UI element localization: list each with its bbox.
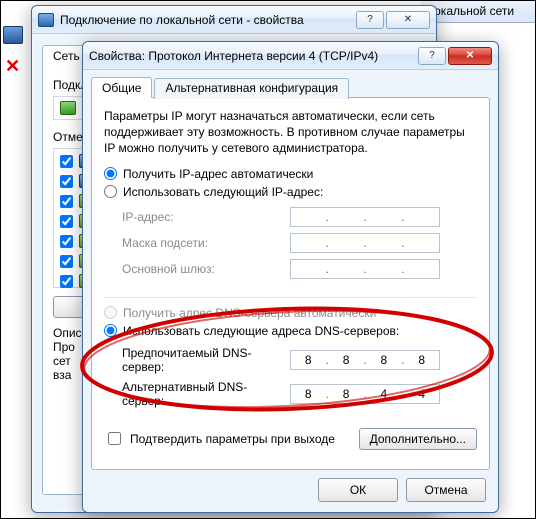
dns-octet[interactable]: 8 (329, 387, 363, 401)
input-alternate-dns[interactable]: 8. 8. 4. 4 (290, 384, 440, 404)
ip-fields: IP-адрес: ... Маска подсети: ... Основно… (122, 207, 477, 279)
radio-ip-auto-label: Получить IP-адрес автоматически (123, 167, 313, 181)
titlebar[interactable]: Подключение по локальной сети - свойства… (32, 6, 436, 34)
window-title: Свойства: Протокол Интернета версии 4 (T… (89, 49, 412, 63)
close-button[interactable]: ✕ (386, 11, 430, 29)
titlebar[interactable]: Свойства: Протокол Интернета версии 4 (T… (83, 42, 498, 70)
item-checkbox[interactable] (60, 235, 73, 248)
window-title: Подключение по локальной сети - свойства (60, 13, 350, 27)
separator (104, 297, 477, 298)
item-checkbox[interactable] (60, 255, 73, 268)
radio-ip-manual-label: Использовать следующий IP-адрес: (123, 185, 323, 199)
label-preferred-dns: Предпочитаемый DNS-сервер: (122, 346, 282, 374)
dns-octet[interactable]: 8 (291, 387, 325, 401)
dns-octet[interactable]: 8 (404, 353, 438, 367)
cancel-button[interactable]: Отмена (406, 478, 486, 502)
radio-ip-auto-input[interactable] (104, 167, 117, 180)
input-subnet-mask: ... (290, 233, 440, 253)
radio-dns-manual-input[interactable] (104, 324, 117, 337)
input-ip-address: ... (290, 207, 440, 227)
dns-octet[interactable]: 4 (404, 387, 438, 401)
ip-group: Получить IP-адрес автоматически Использо… (104, 167, 477, 285)
label-ip-address: IP-адрес: (122, 210, 282, 224)
ok-button[interactable]: ОК (318, 478, 398, 502)
radio-dns-auto-label: Получить адрес DNS-сервера автоматически (123, 306, 376, 320)
dns-octet[interactable]: 8 (329, 353, 363, 367)
dns-group: Получить адрес DNS-сервера автоматически… (104, 306, 477, 414)
input-gateway: ... (290, 259, 440, 279)
radio-dns-auto-input (104, 306, 117, 319)
label-subnet-mask: Маска подсети: (122, 236, 282, 250)
label-gateway: Основной шлюз: (122, 262, 282, 276)
dns-fields: Предпочитаемый DNS-сервер: 8. 8. 8. 8 Ал… (122, 346, 477, 408)
close-icon: ✕ (5, 56, 20, 77)
ipv4-properties-window: Свойства: Протокол Интернета версии 4 (T… (82, 41, 499, 513)
item-checkbox[interactable] (60, 275, 73, 288)
advanced-button[interactable]: Дополнительно... (359, 428, 477, 450)
close-button[interactable]: ✕ (448, 47, 492, 65)
network-icon (38, 13, 54, 27)
background-hint: ✕ (1, 1, 31, 61)
dns-octet[interactable]: 4 (367, 387, 401, 401)
radio-ip-auto[interactable]: Получить IP-адрес автоматически (104, 167, 477, 181)
help-button[interactable]: ? (418, 47, 446, 65)
dns-octet[interactable]: 8 (291, 353, 325, 367)
input-preferred-dns[interactable]: 8. 8. 8. 8 (290, 350, 440, 370)
radio-dns-auto[interactable]: Получить адрес DNS-сервера автоматически (104, 306, 477, 320)
label-alternate-dns: Альтернативный DNS-сервер: (122, 380, 282, 408)
confirm-label: Подтвердить параметры при выходе (130, 432, 335, 446)
tab-panel-general: Параметры IP могут назначаться автоматич… (91, 97, 490, 470)
confirm-checkbox[interactable] (108, 432, 121, 445)
radio-ip-manual-input[interactable] (104, 185, 117, 198)
monitor-icon (3, 26, 23, 44)
confirm-on-exit[interactable]: Подтвердить параметры при выходе (104, 429, 335, 448)
radio-dns-manual-label: Использовать следующие адреса DNS-сервер… (123, 324, 399, 338)
tab-general[interactable]: Общие (91, 77, 152, 98)
dns-octet[interactable]: 8 (367, 353, 401, 367)
item-checkbox[interactable] (60, 215, 73, 228)
nic-icon (60, 101, 76, 115)
help-button[interactable]: ? (356, 11, 384, 29)
help-text: Параметры IP могут назначаться автоматич… (104, 108, 477, 157)
radio-dns-manual[interactable]: Использовать следующие адреса DNS-сервер… (104, 324, 477, 338)
radio-ip-manual[interactable]: Использовать следующий IP-адрес: (104, 185, 477, 199)
item-checkbox[interactable] (60, 195, 73, 208)
item-checkbox[interactable] (60, 175, 73, 188)
tab-alternate-config[interactable]: Альтернативная конфигурация (154, 78, 349, 99)
background-titlebar-fragment: локальной сети (421, 1, 535, 23)
item-checkbox[interactable] (60, 155, 73, 168)
dialog-buttons: ОК Отмена (91, 470, 490, 504)
